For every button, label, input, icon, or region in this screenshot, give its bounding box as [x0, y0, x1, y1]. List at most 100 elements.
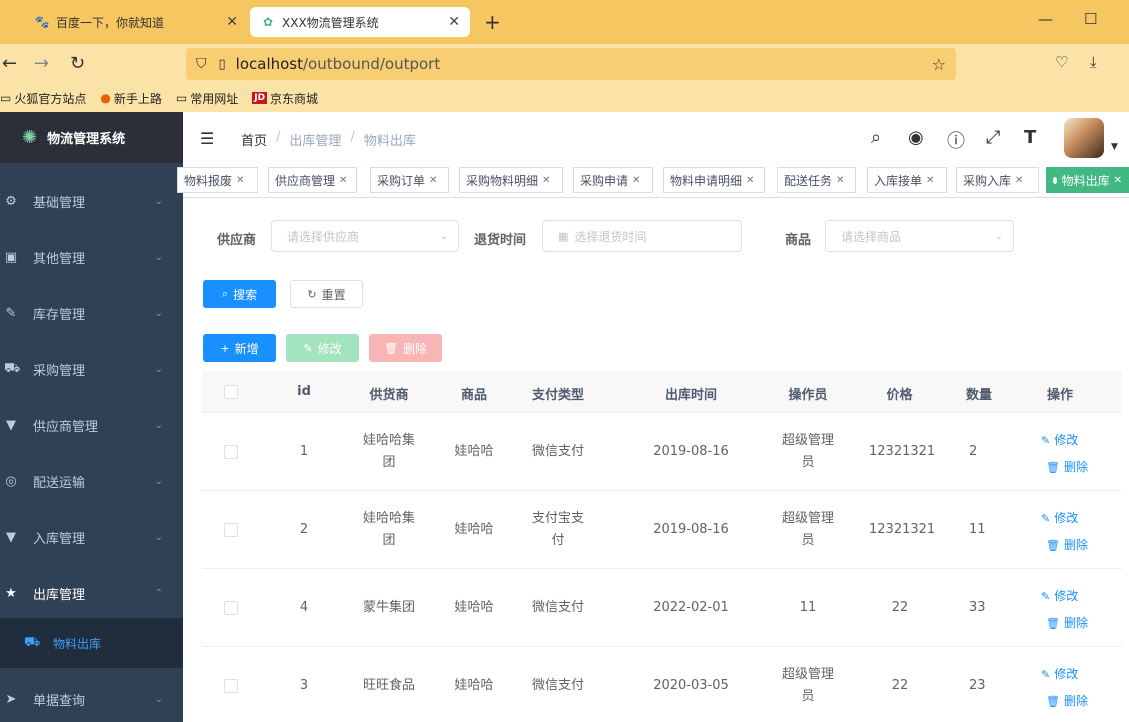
reset-button[interactable]: ↻ 重置 [290, 280, 363, 308]
row-delete-link[interactable]: 🗑 删除 [1046, 614, 1088, 631]
goods-label: 商品 [785, 233, 812, 248]
page-icon: ▯ [218, 56, 226, 72]
sidebar-item-inbound[interactable]: ▼ 入库管理 ⌄ [0, 509, 183, 565]
close-icon[interactable]: ✕ [1015, 175, 1023, 186]
row-edit-link[interactable]: ✎ 修改 [1041, 431, 1078, 448]
tag-item-active[interactable]: 物料出库 ✕ [1046, 167, 1129, 193]
row-edit-link[interactable]: ✎ 修改 [1041, 665, 1078, 682]
pocket-icon[interactable]: ♡ [1055, 53, 1068, 71]
close-icon[interactable]: ✕ [632, 175, 640, 186]
sidebar-subitem-material-outbound[interactable]: ⛟ 物料出库 [0, 618, 183, 668]
sidebar-item-supplier[interactable]: ▼ 供应商管理 ⌄ [0, 397, 183, 453]
supplier-select[interactable]: 请选择供应商 ⌄ [271, 220, 459, 252]
sidebar-item-basic[interactable]: ⚙ 基础管理 ⌄ [0, 173, 183, 229]
close-icon[interactable]: ✕ [542, 175, 550, 186]
edit-button[interactable]: ✎ 修改 [286, 334, 359, 362]
bookmark-item[interactable]: JD 京东商城 [252, 90, 318, 107]
row-checkbox[interactable] [224, 523, 238, 537]
close-icon[interactable]: ✕ [746, 175, 754, 186]
delete-button[interactable]: 🗑 删除 [369, 334, 442, 362]
row-checkbox[interactable] [224, 445, 238, 459]
tag-item[interactable]: 配送任务 ✕ [777, 167, 856, 193]
close-icon[interactable]: ✕ [226, 14, 238, 30]
reload-icon[interactable]: ↻ [70, 53, 85, 74]
bookmark-label: 火狐官方站点 [14, 91, 87, 106]
table-row[interactable]: 2 娃哈哈集团 娃哈哈 支付宝支付 2019-08-16 超级管理员 12321… [202, 491, 1122, 569]
row-edit-link[interactable]: ✎ 修改 [1041, 509, 1078, 526]
download-icon[interactable]: ⤓ [1090, 53, 1097, 71]
close-icon[interactable]: ✕ [1114, 175, 1122, 186]
caret-down-icon[interactable]: ▼ [1111, 142, 1118, 152]
font-size-icon[interactable]: T [1024, 127, 1036, 148]
row-checkbox[interactable] [224, 601, 238, 615]
return-time-placeholder: 选择退货时间 [574, 229, 647, 244]
hamburger-icon[interactable]: ☰ [200, 129, 214, 148]
close-icon[interactable]: ✕ [339, 175, 347, 186]
shirt-icon: ▼ [6, 417, 16, 433]
cell-operator: 11 [799, 600, 817, 615]
close-icon[interactable]: ✕ [926, 175, 934, 186]
breadcrumb-current: 物料出库 [363, 134, 416, 149]
breadcrumb-home[interactable]: 首页 [241, 130, 267, 149]
tag-item[interactable]: 采购物料明细 ✕ [459, 167, 563, 193]
select-all-checkbox[interactable] [224, 385, 238, 399]
row-delete-link[interactable]: 🗑 删除 [1046, 536, 1088, 553]
sidebar-item-outbound[interactable]: ★ 出库管理 ⌃ [0, 565, 183, 621]
close-icon[interactable]: ✕ [236, 175, 244, 186]
close-icon[interactable]: ✕ [448, 14, 460, 30]
bookmark-star-icon[interactable]: ☆ [932, 55, 946, 74]
tag-item[interactable]: 物料报废 ✕ [177, 167, 258, 193]
tag-item[interactable]: 采购申请 ✕ [573, 167, 653, 193]
browser-tab-app[interactable]: ✿ XXX物流管理系统 ✕ [250, 7, 470, 37]
tag-item[interactable]: 供应商管理 ✕ [268, 167, 357, 193]
bookmark-item[interactable]: ● 新手上路 [100, 90, 162, 107]
table-row[interactable]: 3 旺旺食品 娃哈哈 微信支付 2020-03-05 超级管理员 22 23 ✎… [202, 647, 1122, 722]
refresh-icon: ↻ [307, 287, 317, 301]
close-icon[interactable]: ✕ [429, 175, 437, 186]
github-icon[interactable]: ◉ [908, 127, 924, 148]
avatar[interactable] [1064, 118, 1104, 158]
search-button[interactable]: ⌕ 搜索 [203, 280, 276, 308]
cell-supplier: 娃哈哈集团 [349, 508, 429, 552]
row-delete-link[interactable]: 🗑 删除 [1046, 458, 1088, 475]
close-icon[interactable]: ✕ [836, 175, 844, 186]
cell-text: 超级管理 [781, 433, 834, 448]
search-icon[interactable]: ⌕ [871, 127, 881, 148]
tag-label: 采购订单 [377, 173, 426, 188]
sidebar-item-delivery[interactable]: ◎ 配送运输 ⌄ [0, 453, 183, 509]
address-bar[interactable]: ⛉ ▯ localhost/outbound/outport ☆ [186, 48, 956, 80]
sidebar-subitem-label: 物料出库 [53, 636, 102, 651]
back-icon[interactable]: ← [2, 53, 17, 74]
tag-item[interactable]: 采购入库 ✕ [956, 167, 1039, 193]
sidebar-item-label: 基础管理 [33, 195, 86, 211]
bookmark-item[interactable]: ▭ 常用网址 [176, 90, 238, 107]
sidebar-item-other[interactable]: ▣ 其他管理 ⌄ [0, 229, 183, 285]
return-time-picker[interactable]: ▦ 选择退货时间 [542, 220, 742, 252]
calendar-icon: ▦ [558, 229, 569, 243]
baidu-paw-icon: 🐾 [34, 15, 50, 29]
add-button[interactable]: + 新增 [203, 334, 276, 362]
sidebar-item-inventory[interactable]: ✎ 库存管理 ⌄ [0, 285, 183, 341]
table-row[interactable]: 1 娃哈哈集团 娃哈哈 微信支付 2019-08-16 超级管理员 123213… [202, 413, 1122, 491]
new-tab-icon[interactable]: + [484, 10, 501, 34]
goods-select[interactable]: 请选择商品 ⌄ [825, 220, 1014, 252]
bookmark-item[interactable]: ▭ 火狐官方站点 [0, 90, 86, 107]
table-row[interactable]: 4 蒙牛集团 娃哈哈 微信支付 2022-02-01 11 22 33 ✎ 修改 … [202, 569, 1122, 647]
sidebar-item-purchase[interactable]: ⛟ 采购管理 ⌄ [0, 341, 183, 397]
tag-item[interactable]: 物料申请明细 ✕ [663, 167, 765, 193]
sidebar-logo[interactable]: ✺ 物流管理系统 [0, 112, 183, 163]
tag-item[interactable]: 入库接单 ✕ [867, 167, 947, 193]
minimize-icon[interactable]: — [1038, 10, 1053, 28]
fullscreen-icon[interactable]: ⤢ [986, 127, 1000, 148]
browser-tab-baidu[interactable]: 🐾 百度一下，你就知道 ✕ [24, 6, 248, 38]
maximize-icon[interactable]: ☐ [1084, 10, 1097, 28]
chevron-down-icon: ⌄ [154, 307, 163, 319]
sidebar-item-label: 采购管理 [33, 363, 86, 379]
tag-item[interactable]: 采购订单 ✕ [370, 167, 449, 193]
help-icon[interactable]: ⓘ [947, 127, 965, 153]
sidebar-item-documents[interactable]: ➤ 单据查询 ⌄ [0, 671, 183, 722]
forward-icon[interactable]: → [34, 53, 49, 74]
row-edit-link[interactable]: ✎ 修改 [1041, 587, 1078, 604]
row-checkbox[interactable] [224, 679, 238, 693]
row-delete-link[interactable]: 🗑 删除 [1046, 692, 1088, 709]
